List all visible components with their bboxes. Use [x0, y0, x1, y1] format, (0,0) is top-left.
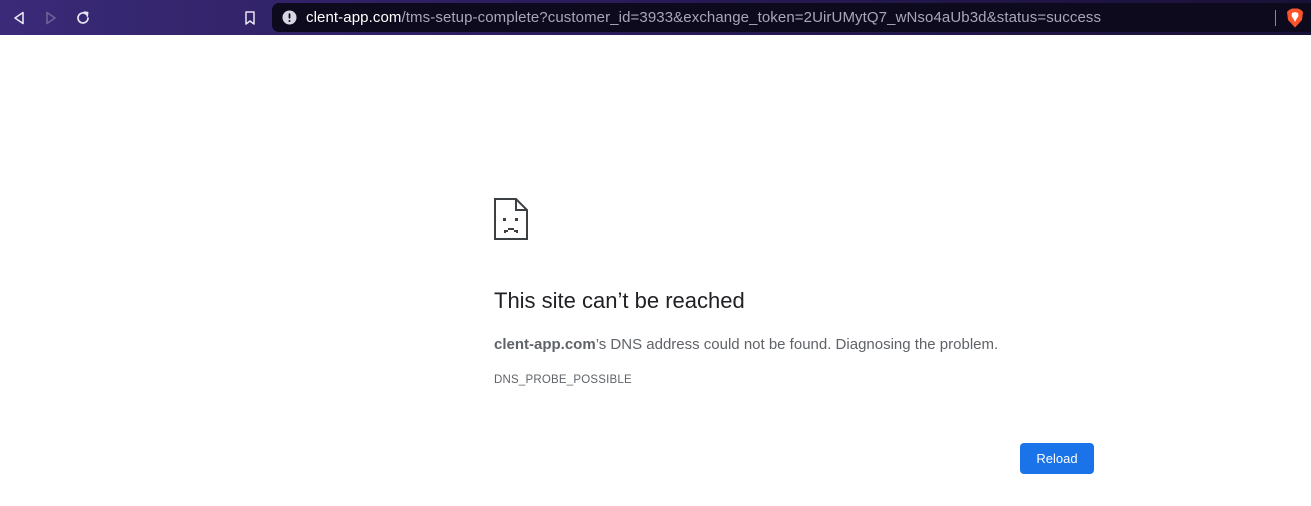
error-code: DNS_PROBE_POSSIBLE	[494, 374, 632, 386]
bookmark-icon	[245, 11, 255, 25]
error-message: clent-app.com’s DNS address could not be…	[494, 336, 998, 354]
url-text[interactable]: clent-app.com/tms-setup-complete?custome…	[306, 9, 1101, 26]
url-host: clent-app.com	[306, 9, 402, 26]
back-arrow-icon	[14, 11, 24, 25]
error-title: This site can’t be reached	[494, 288, 745, 313]
brave-shield-icon[interactable]	[1286, 8, 1304, 28]
forward-arrow-icon	[46, 11, 56, 25]
sad-page-icon	[494, 198, 528, 240]
reload-nav-button[interactable]	[72, 7, 94, 29]
forward-button[interactable]	[40, 7, 62, 29]
error-host: clent-app.com	[494, 336, 596, 353]
address-bar[interactable]: clent-app.com/tms-setup-complete?custome…	[272, 3, 1311, 32]
site-info-icon[interactable]	[282, 10, 297, 25]
reload-button[interactable]: Reload	[1020, 443, 1094, 474]
reload-icon	[77, 11, 89, 24]
error-message-text: ’s DNS address could not be found. Diagn…	[595, 336, 999, 353]
bookmark-button[interactable]	[239, 7, 261, 29]
browser-toolbar: clent-app.com/tms-setup-complete?custome…	[0, 0, 1311, 35]
back-button[interactable]	[8, 7, 30, 29]
url-path: /tms-setup-complete?customer_id=3933&exc…	[401, 9, 1102, 26]
address-bar-divider	[1275, 10, 1276, 26]
